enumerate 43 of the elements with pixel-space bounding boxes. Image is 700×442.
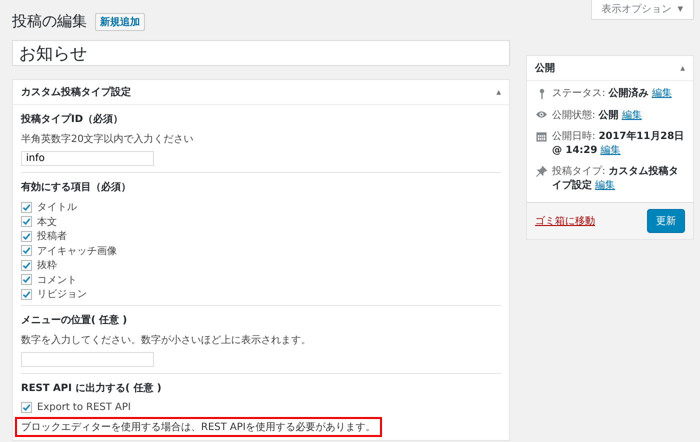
- note-text: ブロックエディターを使用する場合は、REST APIを使用する必要があります。: [15, 417, 382, 437]
- checkbox[interactable]: [21, 216, 32, 228]
- checkbox-label: アイキャッチ画像: [37, 244, 117, 258]
- section-heading: 投稿タイプID（必須）: [21, 112, 124, 126]
- edit-link[interactable]: 編集: [595, 180, 616, 190]
- checkbox-label: リビジョン: [37, 288, 87, 302]
- checkbox-label: 投稿者: [37, 230, 67, 244]
- add-new-button[interactable]: 新規追加: [95, 12, 145, 30]
- section-heading: メニューの位置( 任意 ): [21, 314, 128, 326]
- checkbox-label: Export to REST API: [37, 402, 131, 414]
- publish-info: 公開状態: 公開 編集: [552, 108, 642, 122]
- text-field[interactable]: info: [21, 151, 154, 166]
- update-button[interactable]: 更新: [647, 209, 685, 233]
- publish-info: 投稿タイプ: カスタム投稿タイプ設定 編集: [552, 165, 680, 192]
- calendar-icon: [535, 130, 548, 142]
- checkbox[interactable]: [21, 260, 32, 271]
- field-description: 半角英数字20文字以内で入力ください: [21, 132, 195, 146]
- page-title: 投稿の編集: [12, 12, 87, 31]
- publish-info: 公開日時: 2017年11月28日 @ 14:29 編集: [552, 130, 685, 157]
- checkbox[interactable]: [21, 202, 32, 213]
- checkbox-label: 本文: [37, 216, 57, 229]
- checkbox[interactable]: [21, 288, 32, 300]
- edit-link[interactable]: 編集: [622, 110, 642, 120]
- checkbox[interactable]: [21, 274, 32, 286]
- panel-title: 公開: [535, 62, 555, 75]
- section-heading: REST API に出力する( 任意 ): [21, 382, 162, 394]
- edit-link[interactable]: 編集: [652, 88, 672, 99]
- text-field[interactable]: [21, 352, 154, 366]
- trash-link[interactable]: ゴミ箱に移動: [535, 214, 595, 228]
- checkbox[interactable]: [21, 245, 32, 256]
- publish-info: ステータス: 公開済み 編集: [552, 87, 672, 100]
- section-heading: 有効にする項目（必須）: [21, 180, 132, 194]
- title-field[interactable]: お知らせ: [12, 40, 510, 66]
- checkbox-label: タイトル: [37, 201, 77, 214]
- checkbox[interactable]: [21, 402, 32, 414]
- pushpin-icon: [535, 165, 548, 177]
- checkbox-label: コメント: [37, 274, 77, 287]
- field-description: 数字を入力してください。数字が小さいほど上に表示されます。: [21, 334, 312, 346]
- checkbox[interactable]: [21, 230, 32, 242]
- checkbox-label: 抜粋: [37, 259, 57, 272]
- eye-icon: [535, 108, 548, 118]
- edit-link[interactable]: 編集: [600, 144, 620, 156]
- panel-title: カスタム投稿タイプ設定: [21, 85, 131, 99]
